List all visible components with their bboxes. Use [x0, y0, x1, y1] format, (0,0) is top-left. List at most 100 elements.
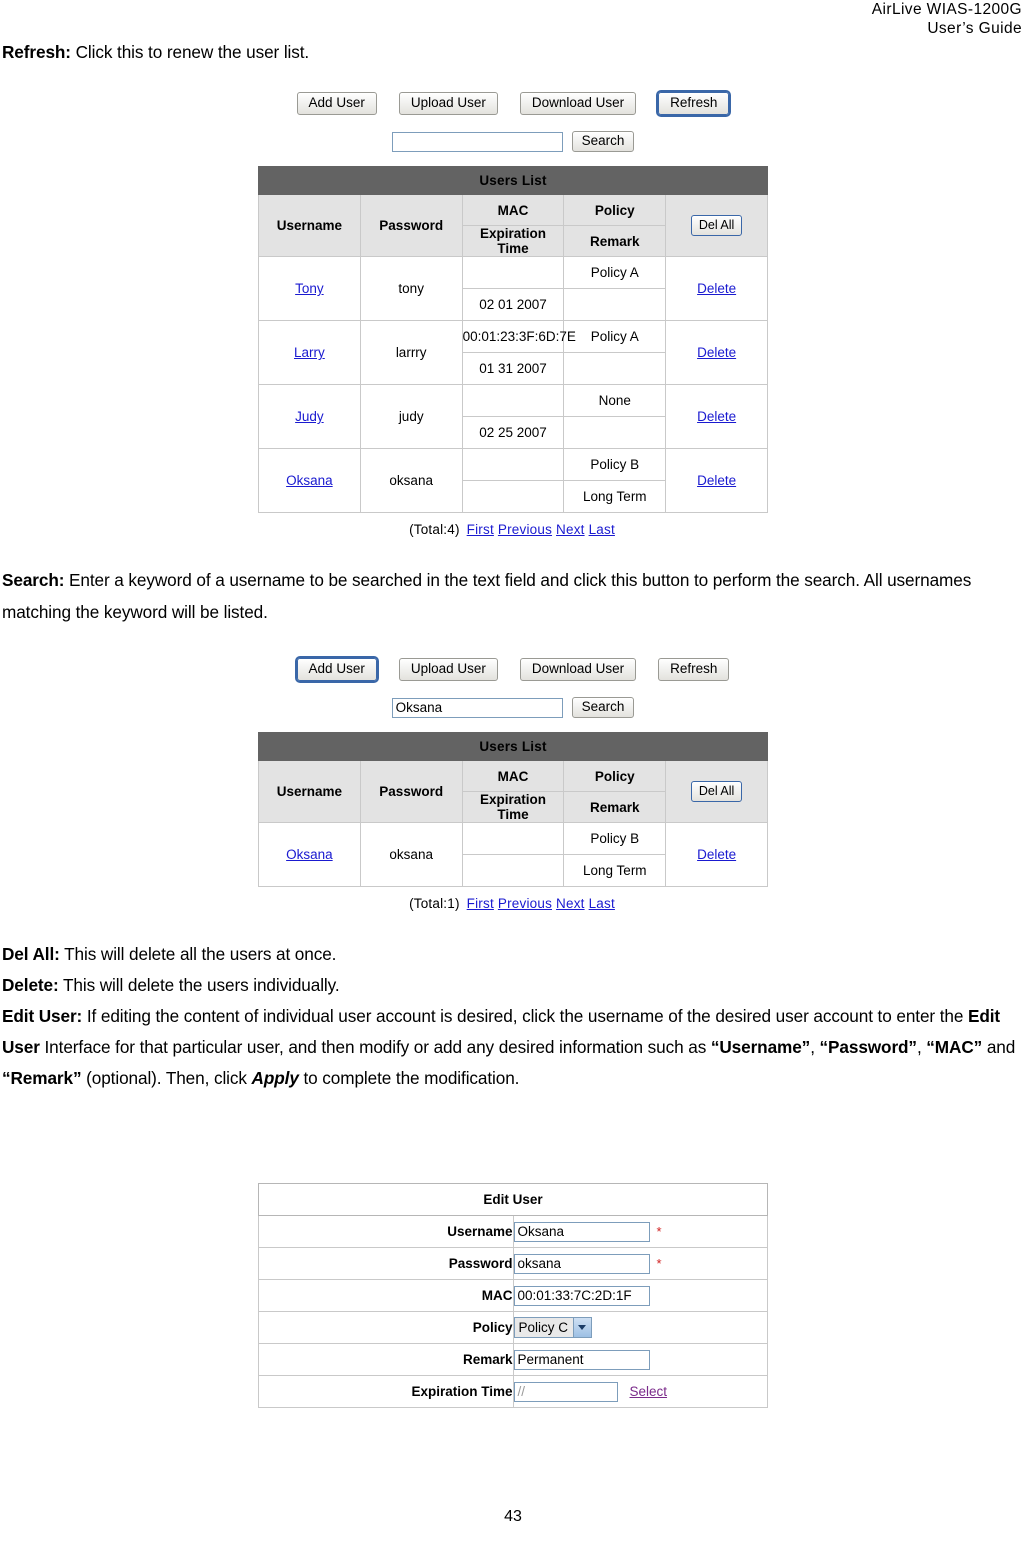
cell-username: Oksana	[258, 448, 361, 513]
policy-select[interactable]: Policy C	[513, 1317, 593, 1338]
cell-mac	[461, 384, 565, 417]
select-date-link[interactable]: Select	[630, 1384, 668, 1399]
edit-user-emphasis-remark: “Remark”	[2, 1068, 82, 1088]
pager-last-link[interactable]: Last	[589, 896, 615, 911]
add-user-button[interactable]: Add User	[294, 656, 379, 683]
search-description: Enter a keyword of a username to be sear…	[2, 570, 972, 622]
cell-mac	[461, 448, 565, 481]
pager-previous-link[interactable]: Previous	[498, 896, 552, 911]
cell-password: oksana	[359, 822, 463, 887]
column-header-username: Username	[258, 194, 361, 257]
download-user-button[interactable]: Download User	[519, 658, 637, 681]
pager-next-link[interactable]: Next	[556, 522, 585, 537]
column-header-policy: Policy	[563, 760, 667, 792]
edit-user-row-expiration: Expiration Time // Select	[258, 1375, 768, 1408]
cell-remark	[563, 352, 667, 385]
chevron-down-icon	[573, 1318, 592, 1337]
edit-user-row-mac: MAC 00:01:33:7C:2D:1F	[258, 1279, 768, 1312]
cell-username: Oksana	[258, 822, 361, 887]
header-product-line: AirLive WIAS-1200G	[871, 1, 1022, 18]
edit-user-text-1: If editing the content of individual use…	[82, 1006, 968, 1026]
upload-user-button[interactable]: Upload User	[398, 658, 498, 681]
username-field[interactable]: Oksana	[513, 1221, 650, 1242]
users-list-title: Users List	[258, 166, 768, 195]
document-header: AirLive WIAS-1200G User’s Guide	[872, 0, 1022, 38]
column-header-expiration-time: Expiration Time	[461, 225, 565, 257]
cell-policy: Policy B	[563, 822, 667, 855]
edit-user-sep-2: ,	[916, 1037, 927, 1057]
upload-user-button[interactable]: Upload User	[398, 92, 498, 115]
users-list-table-2: Users List Username Password MAC Policy …	[258, 732, 768, 887]
total-count: (Total:4)	[409, 522, 460, 537]
refresh-button[interactable]: Refresh	[658, 658, 730, 681]
page-number: 43	[504, 1508, 522, 1525]
screenshot-edit-user-form: Edit User Username Oksana * Password oksa…	[0, 1183, 1026, 1408]
delete-link[interactable]: Delete	[697, 473, 736, 488]
mac-field[interactable]: 00:01:33:7C:2D:1F	[513, 1285, 650, 1306]
cell-action: Delete	[665, 822, 768, 887]
delete-link[interactable]: Delete	[697, 281, 736, 296]
field-username-cell: Oksana *	[512, 1215, 768, 1248]
search-input[interactable]	[391, 131, 563, 152]
search-button[interactable]: Search	[571, 697, 635, 718]
pagination-1: (Total:4) First Previous Next Last	[258, 513, 768, 537]
paragraph-search: Search: Enter a keyword of a username to…	[2, 564, 1022, 628]
delete-link[interactable]: Delete	[697, 345, 736, 360]
edit-user-term: Edit User:	[2, 1006, 83, 1026]
refresh-description: Click this to renew the user list.	[70, 42, 310, 62]
cell-action: Delete	[665, 448, 768, 513]
cell-password: judy	[359, 384, 463, 449]
table-row: Larry larrry 00:01:23:3F:6D:7E Policy A …	[258, 320, 768, 385]
cell-expiration-time: 01 31 2007	[461, 352, 565, 385]
username-link[interactable]: Larry	[294, 345, 325, 360]
total-count: (Total:1)	[409, 896, 460, 911]
edit-user-emphasis-password: “Password”	[819, 1037, 917, 1057]
del-all-button[interactable]: Del All	[690, 215, 743, 236]
cell-action: Delete	[665, 384, 768, 449]
password-field[interactable]: oksana	[513, 1253, 650, 1274]
username-link[interactable]: Oksana	[286, 847, 333, 862]
edit-user-title: Edit User	[258, 1183, 768, 1216]
delete-link[interactable]: Delete	[697, 409, 736, 424]
search-input[interactable]: Oksana	[391, 697, 563, 718]
edit-user-row-username: Username Oksana *	[258, 1215, 768, 1248]
cell-password: tony	[359, 256, 463, 321]
username-link[interactable]: Tony	[295, 281, 324, 296]
table-row: Judy judy None Delete	[258, 384, 768, 449]
cell-remark	[563, 288, 667, 321]
label-password: Password	[258, 1247, 514, 1280]
table-title-row: Users List	[258, 166, 768, 195]
paragraph-del-all: Del All: This will delete all the users …	[2, 939, 1022, 970]
edit-user-row-policy: Policy Policy C	[258, 1311, 768, 1344]
pager-next-link[interactable]: Next	[556, 896, 585, 911]
required-asterisk-password: *	[656, 1256, 662, 1271]
del-all-cell: Del All	[665, 760, 768, 823]
pager-first-link[interactable]: First	[467, 522, 494, 537]
add-user-button[interactable]: Add User	[296, 92, 377, 115]
download-user-button[interactable]: Download User	[519, 92, 637, 115]
field-password-cell: oksana *	[512, 1247, 768, 1280]
username-link[interactable]: Judy	[295, 409, 324, 424]
screenshot-users-list-filtered: Add User Upload User Download User Refre…	[0, 656, 1026, 911]
delete-link[interactable]: Delete	[697, 847, 736, 862]
cell-mac: 00:01:23:3F:6D:7E	[461, 320, 576, 353]
expiration-time-field[interactable]: //	[513, 1381, 618, 1402]
edit-user-emphasis-apply: Apply	[251, 1068, 299, 1088]
column-header-mac: MAC	[461, 194, 565, 226]
search-button[interactable]: Search	[571, 131, 635, 152]
pager-first-link[interactable]: First	[467, 896, 494, 911]
cell-expiration-time	[461, 854, 565, 887]
label-remark: Remark	[258, 1343, 514, 1376]
cell-expiration-time	[461, 480, 565, 513]
cell-mac	[461, 256, 565, 289]
pager-previous-link[interactable]: Previous	[498, 522, 552, 537]
username-link[interactable]: Oksana	[286, 473, 333, 488]
del-all-cell: Del All	[665, 194, 768, 257]
edit-user-table: Edit User Username Oksana * Password oksa…	[258, 1183, 768, 1408]
refresh-button[interactable]: Refresh	[656, 90, 732, 117]
remark-field[interactable]: Permanent	[513, 1349, 650, 1370]
cell-username: Judy	[258, 384, 361, 449]
cell-policy: None	[563, 384, 667, 417]
pager-last-link[interactable]: Last	[589, 522, 615, 537]
del-all-button[interactable]: Del All	[690, 781, 743, 802]
